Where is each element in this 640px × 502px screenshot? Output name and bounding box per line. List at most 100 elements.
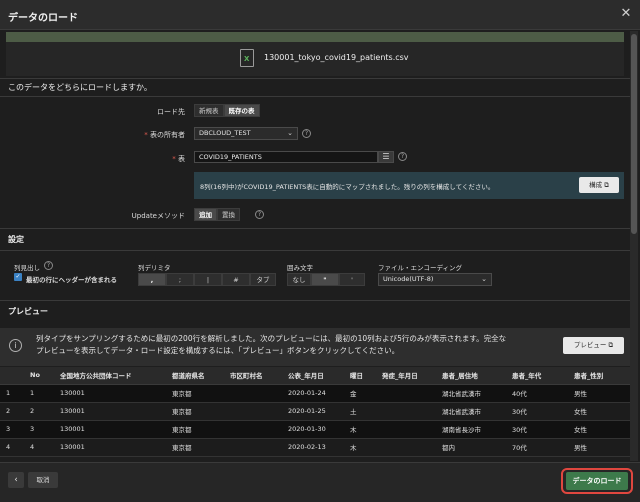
- column-header: 都道府県名: [166, 367, 224, 385]
- column-header: 患者_年代: [506, 367, 568, 385]
- table-cell: [376, 438, 436, 457]
- column-header: 患者_性別: [568, 367, 630, 385]
- table-cell: 1: [24, 384, 54, 403]
- table-cell: 木: [344, 420, 376, 439]
- table-cell: 3: [24, 420, 54, 439]
- table-cell: 2: [0, 402, 24, 421]
- divider: [0, 250, 630, 251]
- delimiter-pipe[interactable]: |: [194, 273, 222, 286]
- enclosure-none[interactable]: なし: [287, 273, 311, 286]
- preview-info-line2: プレビューを表示してデータ・ロード設定を構成するには、「プレビュー」ボタンをクリ…: [36, 346, 400, 355]
- header-label: 列見出し: [14, 264, 40, 272]
- table-cell: 2020-01-24: [282, 384, 344, 403]
- preview-table: No 全国地方公共団体コード 都道府県名 市区町村名 公表_年月日 曜日 発症_…: [0, 367, 630, 457]
- column-header: 市区町村名: [224, 367, 282, 385]
- dialog-titlebar: [0, 0, 640, 30]
- help-icon[interactable]: ?: [302, 129, 311, 138]
- scrollbar-thumb[interactable]: [631, 34, 637, 234]
- table-cell: 2: [24, 402, 54, 421]
- help-icon[interactable]: ?: [44, 261, 53, 270]
- header-checkbox[interactable]: ✓: [14, 273, 22, 281]
- delimiter-comma[interactable]: ,: [138, 273, 166, 286]
- table-cell: 女性: [568, 420, 630, 439]
- table-cell: [224, 384, 282, 403]
- table-cell: 2020-01-30: [282, 420, 344, 439]
- table-cell: 東京都: [166, 420, 224, 439]
- table-cell: 130001: [54, 420, 166, 439]
- table-cell: [376, 384, 436, 403]
- delimiter-semicolon[interactable]: ;: [166, 273, 194, 286]
- existing-table-option[interactable]: 既存の表: [223, 104, 260, 117]
- table-input[interactable]: COVID19_PATIENTS: [194, 151, 378, 163]
- update-method-toggle: 追加 置換: [194, 208, 240, 221]
- dialog-title: データのロード: [8, 13, 78, 24]
- table-cell: 4: [0, 438, 24, 457]
- excel-file-icon: X: [240, 49, 254, 67]
- table-cell: 木: [344, 438, 376, 457]
- help-icon[interactable]: ?: [255, 210, 264, 219]
- table-cell: 130001: [54, 438, 166, 457]
- column-header: 発症_年月日: [376, 367, 436, 385]
- load-destination-toggle: 新規表 既存の表: [194, 104, 260, 117]
- chevron-down-icon: ⌄: [481, 275, 487, 283]
- new-table-option[interactable]: 新規表: [194, 104, 224, 117]
- replace-option[interactable]: 置換: [217, 208, 240, 221]
- table-cell: 30代: [506, 402, 568, 421]
- preview-button-label: プレビュー: [573, 341, 607, 349]
- encoding-label: ファイル・エンコーディング: [378, 264, 463, 272]
- table-owner-select[interactable]: DBCLOUD_TEST ⌄: [194, 127, 298, 140]
- table-row: 2 2 130001 東京都 2020-01-25 土 湖北省武漢市 30代 女…: [0, 402, 630, 421]
- enclosure-label: 囲み文字: [287, 264, 313, 272]
- table-cell: 130001: [54, 402, 166, 421]
- preview-title: プレビュー: [8, 307, 48, 316]
- table-header-row: No 全国地方公共団体コード 都道府県名 市区町村名 公表_年月日 曜日 発症_…: [0, 367, 630, 385]
- chevron-left-icon[interactable]: ‹: [8, 472, 24, 488]
- settings-title: 設定: [8, 235, 24, 244]
- open-icon: ⧉: [604, 181, 609, 189]
- table-label-text: 表: [178, 155, 185, 163]
- table-cell: 湖北省武漢市: [436, 384, 506, 403]
- table-cell: 30代: [506, 420, 568, 439]
- close-icon[interactable]: ✕: [618, 6, 634, 22]
- divider: [0, 96, 630, 97]
- table-cell: 都内: [436, 438, 506, 457]
- column-header: 公表_年月日: [282, 367, 344, 385]
- delimiter-hash[interactable]: #: [222, 273, 250, 286]
- configure-button[interactable]: 構成 ⧉: [579, 177, 619, 193]
- table-cell: 2020-02-13: [282, 438, 344, 457]
- info-icon: i: [9, 339, 22, 352]
- open-icon: ⧉: [608, 341, 614, 349]
- table-cell: 130001: [54, 384, 166, 403]
- column-header: No: [24, 367, 54, 385]
- table-cell: [376, 402, 436, 421]
- mapping-info-text: 8列(16列中)がCOVID19_PATIENTS表に自動的にマップされました。…: [200, 183, 495, 191]
- table-cell: 金: [344, 384, 376, 403]
- table-cell: 東京都: [166, 402, 224, 421]
- load-data-button[interactable]: データのロード: [566, 472, 628, 490]
- list-icon[interactable]: ☰: [378, 151, 394, 163]
- table-owner-value: DBCLOUD_TEST: [199, 129, 251, 137]
- table-cell: 男性: [568, 438, 630, 457]
- delimiter-tab[interactable]: タブ: [250, 273, 276, 286]
- enclosure-single-quote[interactable]: ': [339, 273, 365, 286]
- append-option[interactable]: 追加: [194, 208, 217, 221]
- table-cell: 2020-01-25: [282, 402, 344, 421]
- divider: [0, 228, 630, 229]
- table-cell: 40代: [506, 384, 568, 403]
- column-header: 曜日: [344, 367, 376, 385]
- encoding-value: Unicode(UTF-8): [383, 275, 434, 283]
- table-cell: [376, 420, 436, 439]
- column-header: 全国地方公共団体コード: [54, 367, 166, 385]
- enclosure-toggle: なし " ': [287, 273, 365, 286]
- divider: [0, 78, 630, 79]
- table-owner-label: * 表の所有者: [144, 131, 185, 139]
- table-owner-label-text: 表の所有者: [150, 131, 185, 139]
- enclosure-double-quote[interactable]: ": [311, 273, 339, 286]
- table-row: 4 4 130001 東京都 2020-02-13 木 都内 70代 男性: [0, 438, 630, 457]
- file-banner: [6, 32, 624, 42]
- help-icon[interactable]: ?: [398, 152, 407, 161]
- cancel-button[interactable]: 取消: [28, 472, 58, 488]
- preview-button[interactable]: プレビュー ⧉: [563, 337, 624, 354]
- table-row: 1 1 130001 東京都 2020-01-24 金 湖北省武漢市 40代 男…: [0, 384, 630, 403]
- encoding-select[interactable]: Unicode(UTF-8) ⌄: [378, 273, 492, 286]
